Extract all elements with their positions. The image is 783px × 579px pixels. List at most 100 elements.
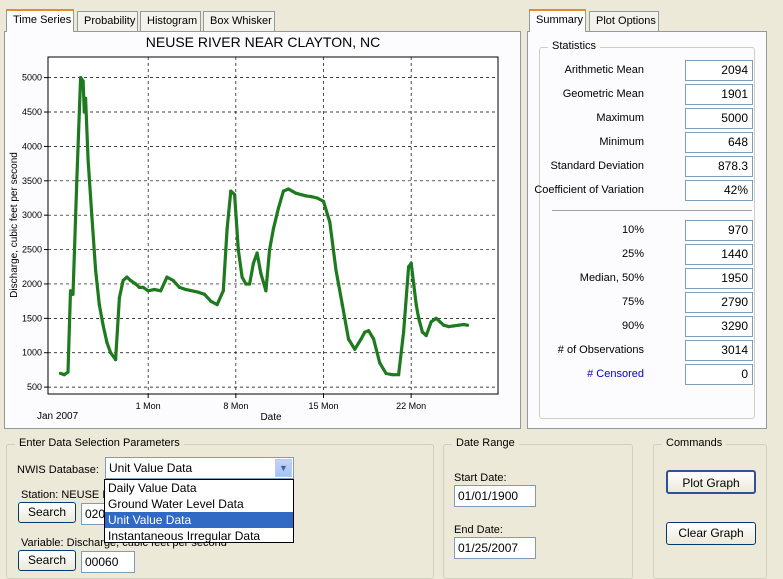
y-tick-label: 1000 [22, 348, 42, 358]
start-date-input[interactable]: 01/01/1900 [454, 485, 536, 507]
series-point [353, 347, 357, 351]
series-point [424, 333, 428, 338]
y-tick-label: 2000 [22, 279, 42, 289]
series-point [146, 289, 150, 293]
chevron-down-icon[interactable]: ▼ [275, 459, 292, 477]
y-tick-label: 1500 [22, 313, 42, 323]
summary-panel: Statistics Arithmetic Mean 2094 Geometric … [527, 31, 767, 429]
series-point [407, 265, 411, 269]
series-point [84, 96, 88, 100]
series-point [442, 323, 446, 327]
tab-probability[interactable]: Probability [77, 11, 138, 32]
series-point [165, 275, 169, 279]
tab-summary[interactable]: Summary [529, 9, 586, 32]
series-point [171, 278, 175, 283]
stat-value: 1440 [685, 244, 753, 265]
statistics-group: Statistics Arithmetic Mean 2094 Geometric … [534, 40, 755, 419]
y-tick-label: 4500 [22, 107, 42, 117]
series-point [62, 373, 66, 377]
series-point [105, 340, 109, 344]
end-date-input[interactable]: 01/25/2007 [454, 537, 536, 559]
dropdown-option[interactable]: Daily Value Data [105, 480, 293, 496]
nwis-label: NWIS Database: [17, 464, 99, 476]
series-point [68, 289, 73, 293]
series-point [286, 187, 290, 191]
series-point [412, 282, 416, 286]
series-point [86, 158, 90, 162]
y-tick-label: 5000 [22, 73, 42, 83]
series-point [384, 371, 388, 375]
tab-histogram[interactable]: Histogram [140, 11, 201, 32]
series-point [66, 370, 70, 374]
dropdown-option-selected[interactable]: Unit Value Data [105, 512, 293, 528]
censored-value: 0 [685, 364, 753, 385]
dropdown-option[interactable]: Instantaneous Irregular Data [105, 528, 293, 544]
series-point [378, 361, 382, 365]
series-point [321, 199, 326, 203]
series-point [402, 330, 406, 334]
variable-search-button[interactable]: Search [18, 550, 76, 571]
series-point [221, 289, 225, 293]
censored-label[interactable]: # Censored [587, 368, 644, 380]
series-point [109, 351, 113, 355]
series-point [94, 268, 98, 272]
series-point [334, 268, 338, 272]
stat-label: # of Observations [557, 344, 644, 356]
plot-graph-button[interactable]: Plot Graph [666, 470, 756, 494]
series-point [75, 179, 79, 183]
stat-label: 25% [621, 248, 644, 260]
stat-label: 10% [621, 224, 644, 236]
series-point [462, 322, 466, 327]
graph-panel: NEUSE RIVER NEAR CLAYTON, NC 500 1000 1500… [4, 31, 521, 429]
series-point [434, 316, 438, 320]
nwis-dropdown-list[interactable]: Daily Value Data Ground Water Level Data… [104, 479, 294, 543]
series-point [315, 196, 319, 200]
series-point [184, 287, 188, 292]
tab-box-whisker[interactable]: Box Whisker [203, 11, 275, 32]
series-point [251, 261, 255, 265]
series-point [79, 76, 83, 80]
stat-label: Median, 50% [579, 272, 644, 284]
series-point [268, 248, 272, 252]
series-point [304, 194, 308, 198]
x-tick-label: 22 Mon [396, 401, 426, 411]
station-search-button[interactable]: Search [18, 502, 76, 523]
series-point [240, 275, 244, 279]
series-point [281, 189, 285, 193]
stat-label: Maximum [596, 112, 644, 124]
series-point [137, 285, 141, 289]
series-point [90, 213, 94, 217]
y-axis-ticks: 500 1000 1500 2000 2500 3000 3500 4000 4500 5000 [22, 73, 48, 392]
series-point [447, 325, 451, 329]
tab-time-series[interactable]: Time Series [6, 9, 74, 32]
tab-plot-options[interactable]: Plot Options [589, 11, 659, 32]
series-point [417, 316, 421, 320]
date-range-group: Date Range Start Date: 01/01/1900 End Da… [443, 437, 633, 579]
stat-label: Standard Deviation [550, 160, 644, 172]
stat-label: 75% [621, 296, 644, 308]
series-point [81, 79, 85, 83]
x-tick-label: 15 Mon [308, 401, 338, 411]
nwis-database-select[interactable]: Unit Value Data ▼ [105, 457, 294, 479]
series-point [233, 193, 237, 197]
series-point [346, 337, 351, 341]
dropdown-option[interactable]: Ground Water Level Data [105, 496, 293, 512]
y-axis-label: Discharge, cubic feet per second [9, 152, 20, 298]
series-point [276, 206, 280, 210]
series-point [457, 323, 461, 327]
series-point [159, 289, 163, 293]
series-point [390, 373, 394, 377]
series-point [236, 248, 240, 252]
x-axis-label: Date [260, 412, 282, 423]
stat-label: Geometric Mean [562, 88, 644, 100]
series-point [363, 330, 367, 334]
series-point [255, 251, 259, 255]
series-point [121, 278, 125, 283]
series-point [340, 303, 344, 307]
stat-value: 1950 [685, 268, 753, 289]
y-tick-label: 3000 [22, 210, 42, 220]
series-point [409, 261, 413, 265]
variable-input[interactable]: 00060 [81, 551, 135, 573]
series-point [125, 275, 129, 279]
clear-graph-button[interactable]: Clear Graph [666, 522, 756, 545]
